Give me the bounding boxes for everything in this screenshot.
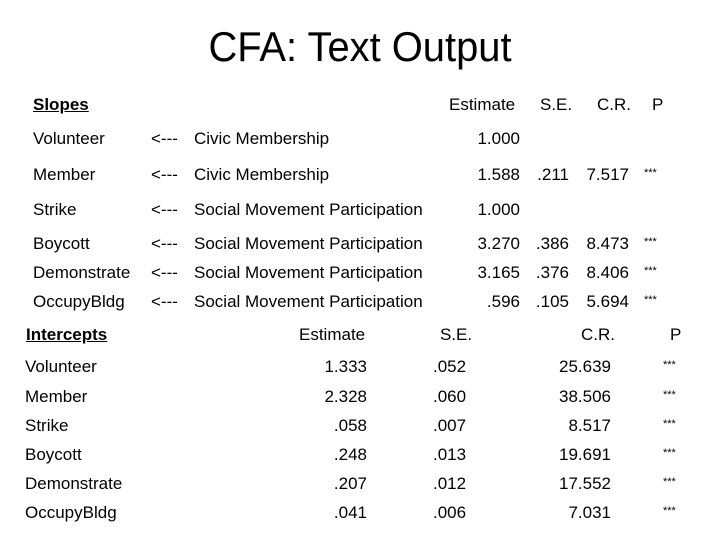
intercepts-col-cr: C.R. xyxy=(581,325,615,344)
dependent-variable: Demonstrate xyxy=(33,263,131,282)
cr-value: 19.691 xyxy=(559,445,611,464)
p-value: *** xyxy=(644,294,657,306)
estimate-value: 1.588 xyxy=(477,165,520,184)
se-value: .386 xyxy=(535,234,569,253)
estimate-value: .248 xyxy=(333,445,367,464)
variable-name: Volunteer xyxy=(25,357,97,376)
intercepts-col-se: S.E. xyxy=(440,325,473,344)
estimate-value: .596 xyxy=(486,292,520,311)
estimate-value: .058 xyxy=(333,416,367,435)
se-value: .211 xyxy=(537,165,569,184)
se-value: .006 xyxy=(433,503,467,522)
slopes-col-cr: C.R. xyxy=(597,95,631,114)
dependent-variable: Volunteer xyxy=(33,129,105,148)
estimate-value: 3.270 xyxy=(477,234,520,253)
cr-value: 8.517 xyxy=(568,416,611,435)
cr-value: 17.552 xyxy=(559,474,611,493)
p-value: *** xyxy=(644,167,657,179)
intercepts-col-estimate: Estimate xyxy=(299,325,366,344)
estimate-value: 1.000 xyxy=(477,200,520,219)
dependent-variable: Boycott xyxy=(33,234,90,253)
latent-factor: Social Movement Participation xyxy=(194,200,423,219)
latent-factor: Social Movement Participation xyxy=(194,292,423,311)
slopes-col-p: P xyxy=(652,95,664,114)
latent-factor: Social Movement Participation xyxy=(194,263,423,282)
cr-value: 8.406 xyxy=(586,263,629,282)
path-arrow: <--- xyxy=(151,165,178,184)
estimate-value: 1.000 xyxy=(477,129,520,148)
dependent-variable: OccupyBldg xyxy=(33,292,125,311)
path-arrow: <--- xyxy=(151,200,178,219)
dependent-variable: Member xyxy=(33,165,96,184)
variable-name: Strike xyxy=(25,416,69,435)
slopes-heading: Slopes xyxy=(33,95,89,114)
path-arrow: <--- xyxy=(151,263,178,282)
p-value: *** xyxy=(663,389,676,401)
cr-value: 7.517 xyxy=(586,165,629,184)
latent-factor: Civic Membership xyxy=(194,165,330,184)
path-arrow: <--- xyxy=(151,234,178,253)
p-value: *** xyxy=(663,505,676,517)
estimate-value: .041 xyxy=(333,503,367,522)
cr-value: 5.694 xyxy=(586,292,629,311)
cr-value: 7.031 xyxy=(568,503,611,522)
intercepts-heading: Intercepts xyxy=(26,325,108,344)
p-value: *** xyxy=(644,265,657,277)
se-value: .012 xyxy=(433,474,467,493)
se-value: .060 xyxy=(433,387,467,406)
slopes-col-estimate: Estimate xyxy=(449,95,516,114)
path-arrow: <--- xyxy=(151,292,178,311)
estimate-value: 3.165 xyxy=(477,263,520,282)
estimate-value: 2.328 xyxy=(324,387,367,406)
cr-value: 38.506 xyxy=(559,387,611,406)
latent-factor: Social Movement Participation xyxy=(194,234,423,253)
p-value: *** xyxy=(663,359,676,371)
dependent-variable: Strike xyxy=(33,200,77,219)
page-title: CFA: Text Output xyxy=(208,23,512,70)
path-arrow: <--- xyxy=(151,129,178,148)
p-value: *** xyxy=(663,476,676,488)
intercepts-col-p: P xyxy=(670,325,682,344)
se-value: .052 xyxy=(433,357,467,376)
slopes-col-se: S.E. xyxy=(540,95,573,114)
variable-name: Demonstrate xyxy=(25,474,123,493)
se-value: .013 xyxy=(433,445,467,464)
p-value: *** xyxy=(663,418,676,430)
p-value: *** xyxy=(644,236,657,248)
se-value: .105 xyxy=(535,292,569,311)
p-value: *** xyxy=(663,447,676,459)
estimate-value: .207 xyxy=(333,474,367,493)
cr-value: 25.639 xyxy=(559,357,611,376)
se-value: .376 xyxy=(535,263,569,282)
latent-factor: Civic Membership xyxy=(194,129,330,148)
variable-name: Boycott xyxy=(25,445,82,464)
estimate-value: 1.333 xyxy=(324,357,367,376)
variable-name: OccupyBldg xyxy=(25,503,117,522)
cr-value: 8.473 xyxy=(586,234,629,253)
se-value: .007 xyxy=(433,416,467,435)
variable-name: Member xyxy=(25,387,88,406)
